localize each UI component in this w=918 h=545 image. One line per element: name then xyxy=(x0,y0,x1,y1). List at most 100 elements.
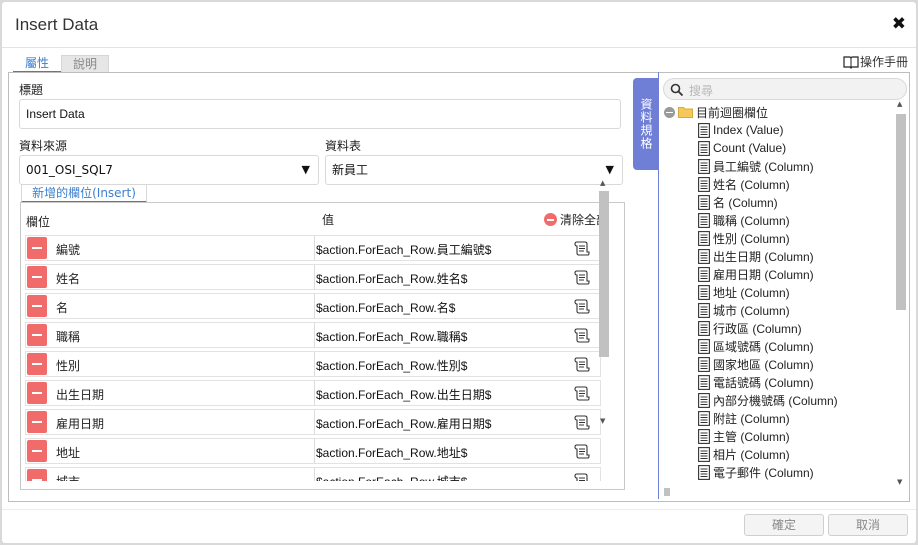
tree-scrollbar[interactable]: ▲ ▼ xyxy=(895,100,907,486)
document-icon xyxy=(698,230,710,246)
scroll-thumb[interactable] xyxy=(664,488,670,496)
tree-item-label: 姓名 (Column) xyxy=(713,177,790,192)
tree-field-item[interactable]: 雇用日期 (Column) xyxy=(698,265,814,283)
tree-item-label: 城市 (Column) xyxy=(713,303,790,318)
scroll-thumb[interactable] xyxy=(599,191,609,357)
tree-field-item[interactable]: 城市 (Column) xyxy=(698,301,790,319)
script-icon[interactable] xyxy=(574,443,590,459)
tree-item-label: 名 (Column) xyxy=(713,195,778,210)
tab-properties[interactable]: 屬性 xyxy=(13,55,61,73)
script-icon[interactable] xyxy=(574,385,590,401)
tree-field-item[interactable]: 國家地區 (Column) xyxy=(698,355,814,373)
document-icon xyxy=(698,410,710,426)
tree-field-item[interactable]: 性別 (Column) xyxy=(698,229,790,247)
field-tree: 目前迴圈欄位 Index (Value) Count (Value) 員工編號 (C… xyxy=(662,102,894,486)
tree-field-item[interactable]: 電話號碼 (Column) xyxy=(698,373,814,391)
table-row: 雇用日期 $action.ForEach_Row.雇用日期$ xyxy=(25,409,601,435)
delete-row-button[interactable] xyxy=(27,295,47,317)
tree-field-item[interactable]: 名 (Column) xyxy=(698,193,778,211)
script-icon[interactable] xyxy=(574,269,590,285)
tree-field-item[interactable]: 地址 (Column) xyxy=(698,283,790,301)
delete-row-button[interactable] xyxy=(27,382,47,404)
field-value-input[interactable]: $action.ForEach_Row.雇用日期$ xyxy=(316,415,491,432)
script-icon[interactable] xyxy=(574,298,590,314)
field-value-input[interactable]: $action.ForEach_Row.性別$ xyxy=(316,357,467,374)
title-input[interactable]: Insert Data xyxy=(19,99,621,129)
field-value-input[interactable]: $action.ForEach_Row.名$ xyxy=(316,299,455,316)
field-name: 城市 xyxy=(56,473,80,481)
tree-item-label: 內部分機號碼 (Column) xyxy=(713,393,838,408)
dropdown-arrow-icon: ▼ xyxy=(301,163,310,176)
field-value-input[interactable]: $action.ForEach_Row.職稱$ xyxy=(316,328,467,345)
tree-root-node[interactable]: 目前迴圈欄位 xyxy=(664,104,768,120)
script-icon[interactable] xyxy=(574,240,590,256)
scroll-down-icon[interactable]: ▼ xyxy=(897,478,902,486)
insert-data-dialog: Insert Data ✖ 屬性 說明 操作手冊 標題 Insert Data … xyxy=(2,2,916,543)
table-row: 名 $action.ForEach_Row.名$ xyxy=(25,293,601,319)
script-icon[interactable] xyxy=(574,472,590,481)
table-select[interactable]: 新員工 ▼ xyxy=(325,155,623,185)
tree-item-label: 相片 (Column) xyxy=(713,447,790,462)
tree-field-item[interactable]: 附註 (Column) xyxy=(698,409,790,427)
script-icon[interactable] xyxy=(574,356,590,372)
delete-row-button[interactable] xyxy=(27,469,47,481)
search-input[interactable]: 搜尋 xyxy=(663,78,907,100)
tree-field-item[interactable]: 行政區 (Column) xyxy=(698,319,802,337)
value-column-header: 值 xyxy=(322,213,335,227)
tree-field-item[interactable]: 員工編號 (Column) xyxy=(698,157,814,175)
cancel-button[interactable]: 取消 xyxy=(828,514,908,536)
table-row: 出生日期 $action.ForEach_Row.出生日期$ xyxy=(25,380,601,406)
tree-item-label: 區域號碼 (Column) xyxy=(713,339,814,354)
tree-field-item[interactable]: Count (Value) xyxy=(698,139,786,157)
field-value-input[interactable]: $action.ForEach_Row.地址$ xyxy=(316,444,467,461)
field-value-input[interactable]: $action.ForEach_Row.員工編號$ xyxy=(316,241,491,258)
data-spec-tab[interactable]: 資料規格 xyxy=(633,78,659,170)
document-icon xyxy=(698,320,710,336)
scroll-thumb[interactable] xyxy=(896,114,906,310)
column-divider xyxy=(314,381,315,405)
delete-row-button[interactable] xyxy=(27,440,47,462)
script-icon[interactable] xyxy=(574,327,590,343)
tree-field-item[interactable]: 相片 (Column) xyxy=(698,445,790,463)
tree-field-item[interactable]: 電子郵件 (Column) xyxy=(698,463,814,481)
script-icon[interactable] xyxy=(574,414,590,430)
tree-field-item[interactable]: 姓名 (Column) xyxy=(698,175,790,193)
delete-row-button[interactable] xyxy=(27,266,47,288)
tree-field-item[interactable]: 出生日期 (Column) xyxy=(698,247,814,265)
delete-row-button[interactable] xyxy=(27,237,47,259)
scroll-down-icon[interactable]: ▼ xyxy=(600,417,605,425)
delete-row-button[interactable] xyxy=(27,353,47,375)
document-icon xyxy=(698,266,710,282)
collapse-icon[interactable] xyxy=(664,106,675,118)
tree-field-item[interactable]: 內部分機號碼 (Column) xyxy=(698,391,838,409)
delete-row-button[interactable] xyxy=(27,324,47,346)
tab-description[interactable]: 說明 xyxy=(61,55,109,73)
field-name: 出生日期 xyxy=(56,388,105,402)
datasource-label: 資料來源 xyxy=(19,139,68,153)
field-column-header: 欄位 xyxy=(26,215,51,229)
table-label: 資料表 xyxy=(325,139,362,153)
datasource-select[interactable]: 001_OSI_SQL7 ▼ xyxy=(19,155,319,185)
field-value-input[interactable]: $action.ForEach_Row.城市$ xyxy=(316,473,467,481)
fields-scrollbar[interactable]: ▲ ▼ xyxy=(598,179,610,425)
ok-button[interactable]: 確定 xyxy=(744,514,824,536)
field-value-input[interactable]: $action.ForEach_Row.出生日期$ xyxy=(316,386,491,403)
insert-field-rows: 編號 $action.ForEach_Row.員工編號$ 姓名 $action.For… xyxy=(25,235,601,481)
tree-field-item[interactable]: Index (Value) xyxy=(698,121,783,139)
scroll-up-icon[interactable]: ▲ xyxy=(600,179,605,187)
tree-field-item[interactable]: 主管 (Column) xyxy=(698,427,790,445)
tab-insert-fields[interactable]: 新增的欄位(Insert) xyxy=(21,184,147,203)
scroll-up-icon[interactable]: ▲ xyxy=(897,100,902,108)
column-divider xyxy=(314,468,315,481)
document-icon xyxy=(698,392,710,408)
document-icon xyxy=(698,212,710,228)
column-divider xyxy=(314,294,315,318)
tree-horizontal-scrollbar[interactable] xyxy=(662,486,894,498)
tree-field-item[interactable]: 職稱 (Column) xyxy=(698,211,790,229)
delete-row-button[interactable] xyxy=(27,411,47,433)
tree-field-item[interactable]: 區域號碼 (Column) xyxy=(698,337,814,355)
field-value-input[interactable]: $action.ForEach_Row.姓名$ xyxy=(316,270,467,287)
manual-link[interactable]: 操作手冊 xyxy=(843,53,908,70)
tree-item-label: 出生日期 (Column) xyxy=(713,249,814,264)
close-icon[interactable]: ✖ xyxy=(892,14,906,34)
